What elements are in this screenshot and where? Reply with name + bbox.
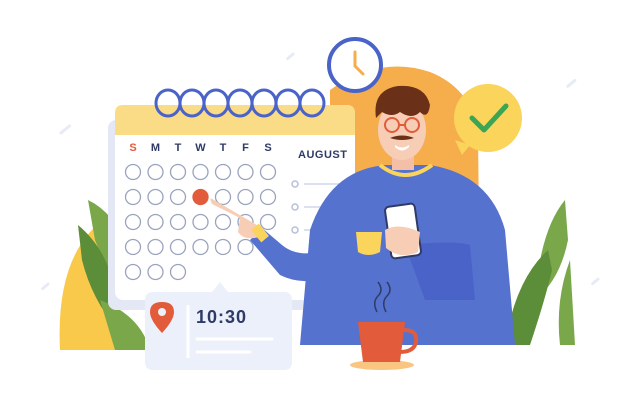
time-label: 10:30: [196, 307, 247, 327]
calendar-illustration: S M T W T F S AUGUST 10:30: [41, 37, 600, 370]
day-header-label: F: [242, 142, 249, 154]
day-header-label: W: [195, 142, 206, 154]
day-header-label: M: [151, 142, 160, 154]
day-header-label: T: [220, 142, 227, 154]
time-card: 10:30: [145, 282, 292, 370]
clock-icon: [327, 37, 383, 93]
day-header-label: T: [175, 142, 182, 154]
right-plant-icon: [505, 200, 575, 345]
day-header-label: S: [129, 142, 136, 154]
checkmark-badge-icon: [454, 84, 522, 155]
smartphone-icon: [384, 202, 422, 260]
selected-date-circle: [192, 188, 209, 206]
calendar-month-label: AUGUST: [298, 149, 347, 161]
day-header-label: S: [264, 142, 271, 154]
